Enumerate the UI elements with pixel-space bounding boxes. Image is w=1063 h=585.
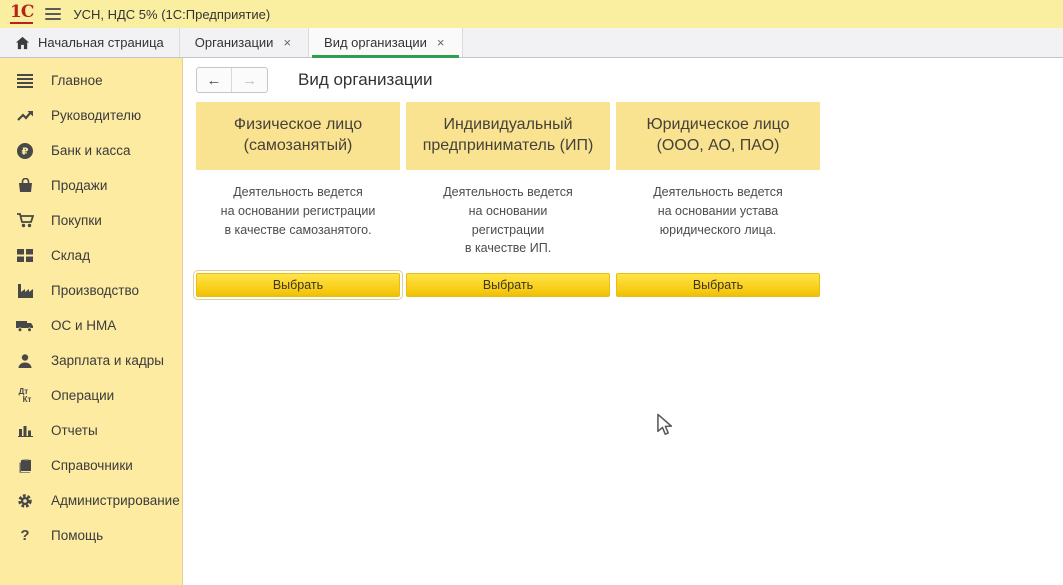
ruble-coin-icon: ₽	[14, 143, 36, 159]
sidebar-item-sales[interactable]: Продажи	[0, 168, 182, 203]
tab-org-type-label: Вид организации	[324, 35, 427, 50]
back-button[interactable]: ←	[197, 68, 232, 92]
card-description: Деятельность ведется на основании регист…	[406, 183, 610, 270]
bar-chart-icon	[14, 424, 36, 437]
tab-home-label: Начальная страница	[38, 35, 164, 50]
sidebar-item-payroll-hr[interactable]: Зарплата и кадры	[0, 343, 182, 378]
sidebar-item-bank-cash[interactable]: ₽ Банк и касса	[0, 133, 182, 168]
tab-organizations-label: Организации	[195, 35, 274, 50]
home-icon	[15, 36, 30, 50]
gear-icon	[14, 493, 36, 509]
question-icon: ?	[14, 527, 36, 544]
sidebar-item-manager[interactable]: Руководителю	[0, 98, 182, 133]
debit-credit-icon: ДтКт	[14, 388, 36, 404]
tab-close-icon[interactable]: ×	[435, 35, 447, 50]
sidebar-item-label: Банк и касса	[51, 143, 131, 158]
tab-bar: Начальная страница Организации × Вид орг…	[0, 28, 1063, 58]
sidebar-item-label: Руководителю	[51, 108, 141, 123]
back-arrow-icon: ←	[207, 72, 222, 89]
sidebar-item-help[interactable]: ? Помощь	[0, 518, 182, 553]
sidebar-item-label: Продажи	[51, 178, 107, 193]
tab-home[interactable]: Начальная страница	[0, 28, 180, 57]
shopping-bag-icon	[14, 178, 36, 193]
main-menu-hamburger-icon[interactable]	[45, 8, 61, 20]
card-description: Деятельность ведется на основании устава…	[616, 183, 820, 270]
select-button-legal-entity[interactable]: Выбрать	[616, 273, 820, 297]
1c-logo-icon: 1С	[10, 4, 33, 24]
card-title: Юридическое лицо (ООО, АО, ПАО)	[616, 102, 820, 170]
sidebar-item-label: Склад	[51, 248, 90, 263]
person-icon	[14, 354, 36, 368]
factory-icon	[14, 284, 36, 298]
sidebar-item-label: Производство	[51, 283, 139, 298]
sidebar-item-label: Отчеты	[51, 423, 98, 438]
truck-icon	[14, 320, 36, 332]
sidebar-item-administration[interactable]: Администрирование	[0, 483, 182, 518]
sidebar-item-operations[interactable]: ДтКт Операции	[0, 378, 182, 413]
card-sole-proprietor: Индивидуальный предприниматель (ИП) Деят…	[406, 102, 610, 300]
page-title: Вид организации	[298, 70, 433, 90]
sidebar-item-label: Зарплата и кадры	[51, 353, 164, 368]
card-individual-selfemployed: Физическое лицо (самозанятый) Деятельнос…	[196, 102, 400, 300]
sidebar-item-label: Справочники	[51, 458, 133, 473]
forward-arrow-icon: →	[242, 72, 257, 89]
card-title: Индивидуальный предприниматель (ИП)	[406, 102, 610, 170]
select-button-sole-proprietor[interactable]: Выбрать	[406, 273, 610, 297]
sidebar-item-label: Помощь	[51, 528, 103, 543]
window-title: УСН, НДС 5% (1С:Предприятие)	[73, 7, 270, 22]
card-title: Физическое лицо (самозанятый)	[196, 102, 400, 170]
cart-icon	[14, 213, 36, 228]
forward-button[interactable]: →	[232, 68, 267, 92]
sidebar-item-main[interactable]: Главное	[0, 63, 182, 98]
sidebar-item-directories[interactable]: Справочники	[0, 448, 182, 483]
tab-organizations[interactable]: Организации ×	[180, 28, 309, 57]
card-legal-entity: Юридическое лицо (ООО, АО, ПАО) Деятельн…	[616, 102, 820, 300]
card-description: Деятельность ведется на основании регист…	[196, 183, 400, 270]
sidebar-item-production[interactable]: Производство	[0, 273, 182, 308]
svg-text:₽: ₽	[22, 146, 29, 157]
sidebar-item-purchases[interactable]: Покупки	[0, 203, 182, 238]
sidebar-item-label: ОС и НМА	[51, 318, 116, 333]
sidebar-item-label: Операции	[51, 388, 114, 403]
content-area: ← → Вид организации Физическое лицо (сам…	[183, 58, 1063, 585]
window-titlebar: 1С УСН, НДС 5% (1С:Предприятие)	[0, 0, 1063, 28]
org-type-cards: Физическое лицо (самозанятый) Деятельнос…	[196, 102, 1063, 300]
sidebar-item-fixed-assets[interactable]: ОС и НМА	[0, 308, 182, 343]
sidebar-item-label: Администрирование	[51, 493, 180, 508]
sidebar: Главное Руководителю ₽ Банк и касса Прод…	[0, 58, 183, 585]
history-nav-group: ← →	[196, 67, 268, 93]
sidebar-item-reports[interactable]: Отчеты	[0, 413, 182, 448]
tab-close-icon[interactable]: ×	[281, 35, 293, 50]
select-button-selfemployed[interactable]: Выбрать	[196, 273, 400, 297]
tab-org-type[interactable]: Вид организации ×	[309, 28, 462, 57]
trend-up-icon	[14, 109, 36, 122]
pallet-icon	[14, 249, 36, 262]
book-icon	[14, 459, 36, 473]
sidebar-item-label: Главное	[51, 73, 103, 88]
sidebar-item-label: Покупки	[51, 213, 102, 228]
sidebar-item-warehouse[interactable]: Склад	[0, 238, 182, 273]
menu-lines-icon	[14, 74, 36, 88]
